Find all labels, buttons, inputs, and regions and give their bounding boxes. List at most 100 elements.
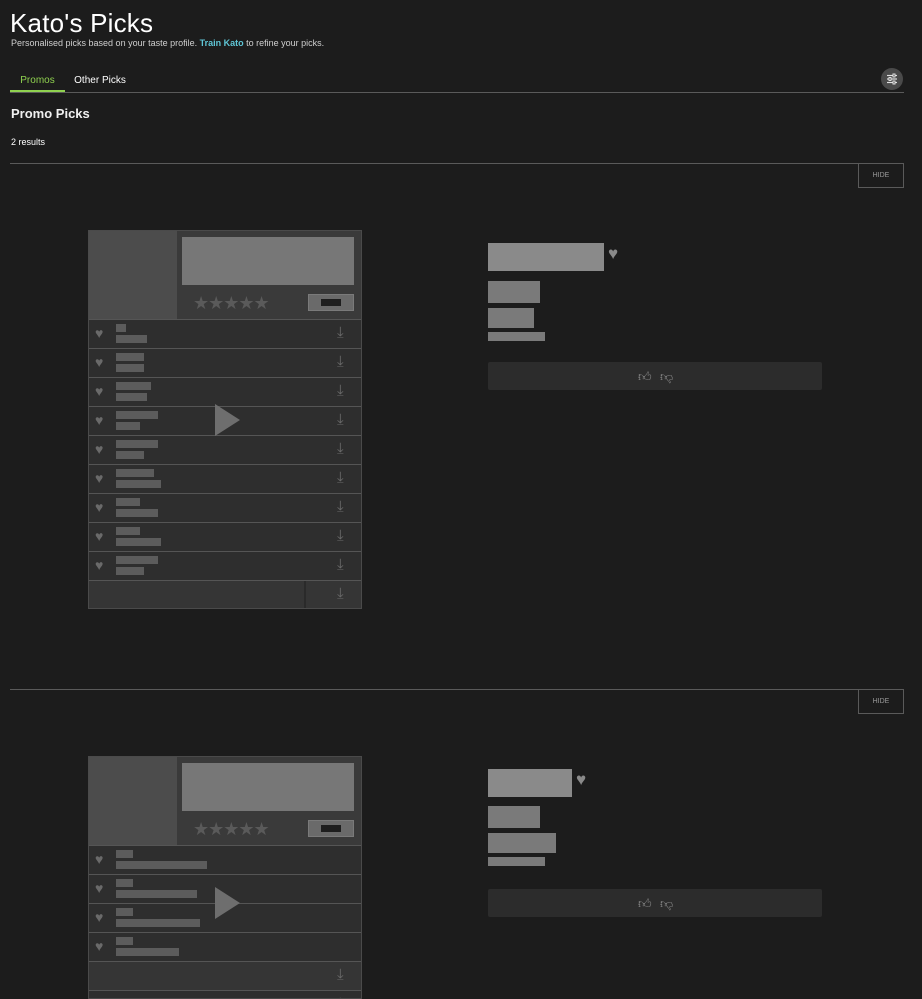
play-icon[interactable] — [215, 404, 240, 436]
track-row[interactable]: ♥ ⤓ — [89, 319, 361, 348]
download-icon[interactable]: ⤓ — [337, 556, 344, 573]
thumbs-down-icon[interactable]: 👎︎ — [660, 896, 673, 912]
heart-icon[interactable]: ♥ — [95, 880, 103, 896]
thumbs-down-icon[interactable]: 👎︎ — [660, 369, 673, 385]
download-icon[interactable]: ⤓ — [337, 498, 344, 515]
embedded-player: ★★★★★ ♥ ♥ ♥ ♥ ⤓ ⤓ — [88, 756, 362, 999]
player-header: ★★★★★ — [89, 757, 361, 845]
artist-name[interactable] — [488, 806, 540, 828]
card-divider — [10, 689, 904, 690]
heart-icon[interactable]: ♥ — [95, 325, 103, 341]
download-all-icon[interactable]: ⤓ — [337, 966, 344, 983]
redacted-text — [116, 440, 158, 448]
heart-icon[interactable]: ♥ — [95, 938, 103, 954]
heart-icon[interactable]: ♥ — [95, 851, 103, 867]
redacted-text — [116, 480, 161, 488]
rating-stars-icon: ★★★★★ — [193, 293, 270, 313]
redacted-text — [116, 509, 158, 517]
heart-icon[interactable]: ♥ — [95, 909, 103, 925]
tab-promos[interactable]: Promos — [10, 70, 65, 92]
heart-icon[interactable]: ♥ — [95, 470, 103, 486]
hide-button[interactable]: HIDE — [858, 689, 904, 714]
download-icon[interactable]: ⤓ — [337, 353, 344, 370]
download-icon[interactable]: ⤓ — [337, 382, 344, 399]
redacted-text — [116, 469, 154, 477]
train-kato-link[interactable]: Train Kato — [200, 38, 244, 48]
download-all-icon[interactable]: ⤓ — [337, 585, 344, 602]
footer-separator — [304, 581, 306, 608]
redacted-text — [116, 908, 133, 916]
redacted-text — [116, 422, 140, 430]
redacted-text — [116, 324, 126, 332]
player-header: ★★★★★ — [89, 231, 361, 319]
buy-button[interactable] — [308, 820, 354, 837]
filter-button[interactable] — [881, 68, 903, 90]
track-row[interactable]: ♥ ⤓ — [89, 493, 361, 522]
label-name[interactable] — [488, 308, 534, 328]
embedded-player: ★★★★★ ♥ ⤓ ♥ ⤓ ♥ ⤓ ♥ ⤓ ♥ ⤓ ♥ ⤓ ♥ ⤓ ♥ ⤓ ♥ ⤓ ⤓ — [88, 230, 362, 609]
feedback-bar: 👍︎ 👎︎ — [488, 889, 822, 917]
section-title: Promo Picks — [11, 106, 90, 121]
redacted-text — [116, 335, 147, 343]
heart-icon[interactable]: ♥ — [95, 557, 103, 573]
redacted-text — [116, 498, 140, 506]
player-banner — [182, 237, 354, 285]
play-icon[interactable] — [215, 887, 240, 919]
label-name[interactable] — [488, 833, 556, 853]
feedback-bar: 👍︎ 👎︎ — [488, 362, 822, 390]
redacted-text — [116, 393, 147, 401]
tab-other-picks[interactable]: Other Picks — [70, 70, 130, 92]
track-row[interactable]: ♥ ⤓ — [89, 522, 361, 551]
redacted-text — [116, 451, 144, 459]
results-count: 2 results — [11, 137, 46, 147]
thumbs-up-icon[interactable]: 👍︎ — [638, 896, 652, 912]
heart-icon[interactable]: ♥ — [95, 412, 103, 428]
heart-icon[interactable]: ♥ — [608, 244, 618, 264]
track-row[interactable]: ⤓ — [89, 990, 361, 998]
heart-icon[interactable]: ♥ — [95, 499, 103, 515]
track-row[interactable]: ♥ — [89, 845, 361, 874]
download-icon[interactable]: ⤓ — [337, 527, 344, 544]
thumbs-up-icon[interactable]: 👍︎ — [638, 369, 652, 385]
player-footer: ⤓ — [89, 580, 361, 608]
heart-icon[interactable]: ♥ — [95, 528, 103, 544]
redacted-text — [116, 919, 200, 927]
download-icon[interactable]: ⤓ — [337, 469, 344, 486]
redacted-text — [116, 538, 161, 546]
redacted-text — [116, 890, 197, 898]
hide-button[interactable]: HIDE — [858, 163, 904, 188]
redacted-text — [116, 567, 144, 575]
page-subtitle: Personalised picks based on your taste p… — [11, 38, 324, 48]
track-row[interactable]: ♥ ⤓ — [89, 435, 361, 464]
player-footer: ⤓ — [89, 961, 361, 990]
download-icon[interactable]: ⤓ — [337, 440, 344, 457]
heart-icon[interactable]: ♥ — [95, 383, 103, 399]
picks-tabs: Promos Other Picks — [10, 70, 904, 93]
redacted-text — [116, 353, 144, 361]
redacted-text — [116, 364, 144, 372]
album-art — [89, 231, 177, 319]
release-title[interactable] — [488, 243, 604, 271]
release-title[interactable] — [488, 769, 572, 797]
track-row[interactable]: ♥ ⤓ — [89, 348, 361, 377]
release-date — [488, 857, 545, 866]
track-row[interactable]: ♥ ⤓ — [89, 464, 361, 493]
download-icon[interactable]: ⤓ — [337, 995, 344, 998]
heart-icon[interactable]: ♥ — [95, 354, 103, 370]
track-row[interactable]: ♥ — [89, 932, 361, 961]
redacted-text — [116, 382, 151, 390]
download-icon[interactable]: ⤓ — [337, 324, 344, 341]
heart-icon[interactable]: ♥ — [95, 441, 103, 457]
rating-stars-icon: ★★★★★ — [193, 819, 270, 839]
sliders-icon — [887, 73, 897, 85]
track-row[interactable]: ♥ ⤓ — [89, 551, 361, 580]
redacted-text — [116, 850, 133, 858]
heart-icon[interactable]: ♥ — [576, 770, 586, 790]
redacted-text — [116, 411, 158, 419]
track-row[interactable]: ♥ ⤓ — [89, 377, 361, 406]
redacted-text — [116, 527, 140, 535]
download-icon[interactable]: ⤓ — [337, 411, 344, 428]
artist-name[interactable] — [488, 281, 540, 303]
redacted-text — [116, 556, 158, 564]
buy-button[interactable] — [308, 294, 354, 311]
